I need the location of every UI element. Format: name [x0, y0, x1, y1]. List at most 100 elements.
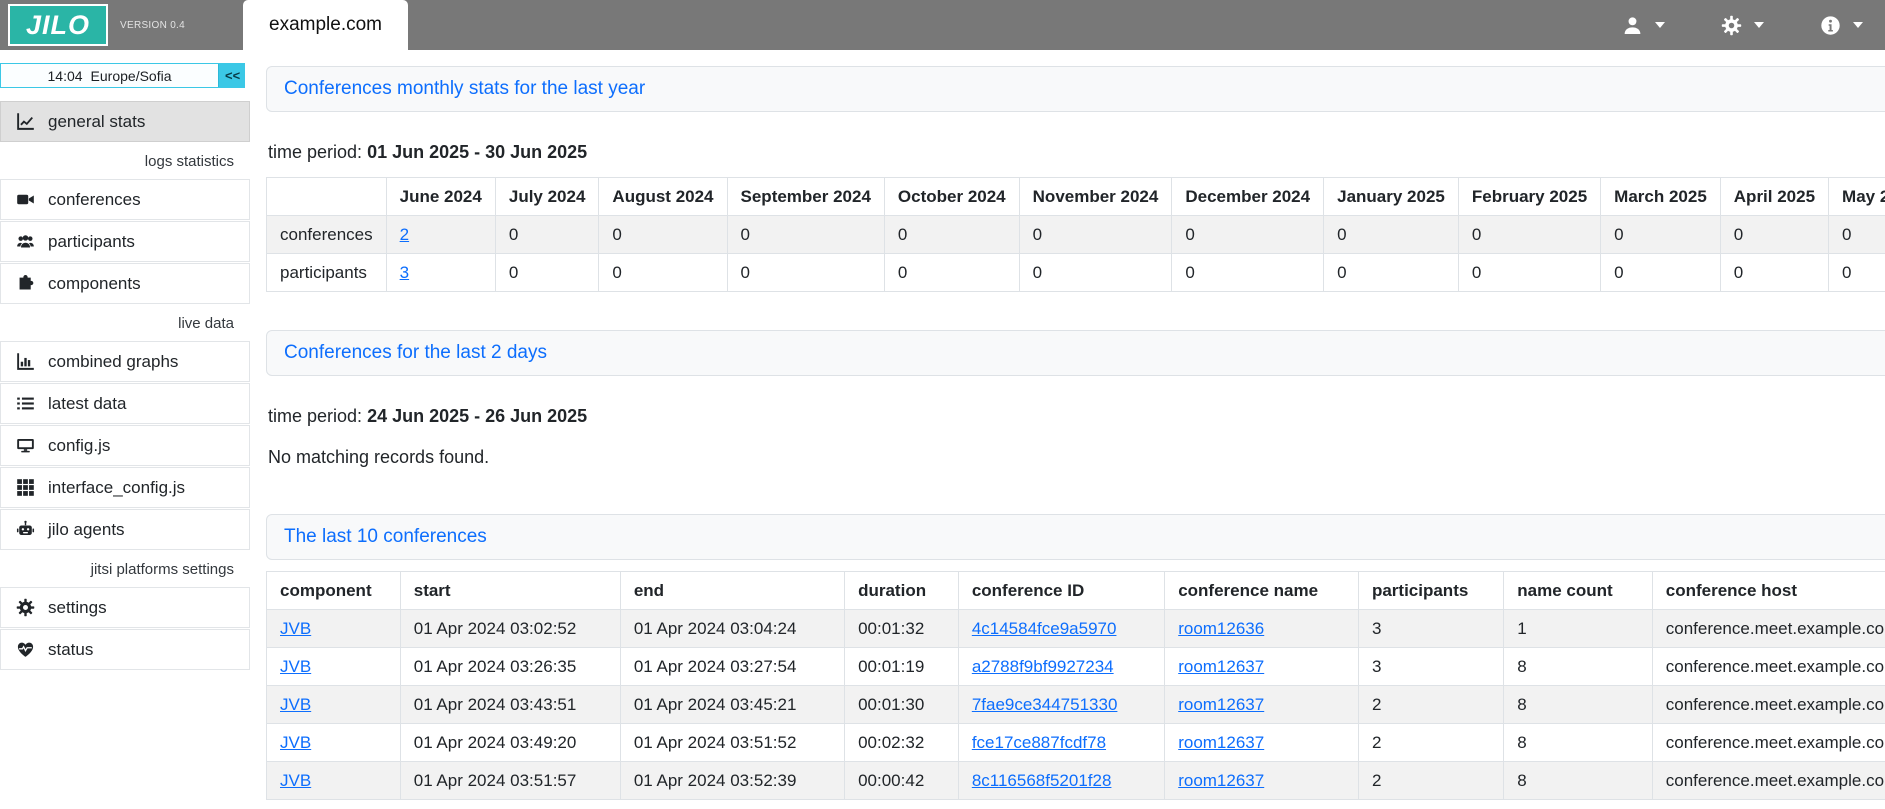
monthly-count-link[interactable]: 3: [400, 263, 409, 282]
tab-label: example.com: [269, 14, 382, 36]
conference-name-link[interactable]: room12637: [1178, 695, 1264, 714]
sidebar-item-participants[interactable]: participants: [0, 221, 250, 262]
monthly-value-cell: 0: [1019, 254, 1172, 292]
conference-cell: JVB: [267, 686, 401, 724]
conference-cell: JVB: [267, 724, 401, 762]
conference-cell: 8: [1504, 724, 1652, 762]
conference-cell: conference.meet.example.com: [1652, 610, 1885, 648]
monthly-value-cell: 0: [1019, 216, 1172, 254]
sidebar-item-label: status: [48, 640, 93, 660]
app-logo[interactable]: JILO: [8, 4, 108, 46]
time-period-label: time period:: [268, 142, 362, 162]
list-icon: [15, 394, 35, 414]
monthly-corner-header: [267, 178, 387, 216]
sidebar-collapse-button[interactable]: <<: [218, 64, 244, 87]
sidebar-section-label: live data: [0, 305, 250, 341]
conference-cell: 01 Apr 2024 03:26:35: [400, 648, 620, 686]
conference-name-link[interactable]: room12637: [1178, 733, 1264, 752]
month-column-header: May 2025: [1829, 178, 1885, 216]
component-link[interactable]: JVB: [280, 657, 311, 676]
conference-cell: 00:02:32: [845, 724, 959, 762]
conference-cell: room12636: [1165, 610, 1359, 648]
sidebar-item-status[interactable]: status: [0, 629, 250, 670]
monthly-value-cell: 0: [1720, 216, 1828, 254]
monthly-value-cell: 0: [1458, 216, 1600, 254]
settings-menu[interactable]: [1721, 15, 1764, 36]
monthly-count-link[interactable]: 2: [400, 225, 409, 244]
time-period-label: time period:: [268, 406, 362, 426]
column-header: conference ID: [958, 572, 1164, 610]
table-row: participants3000000000000: [267, 254, 1885, 292]
clock-timezone: Europe/Sofia: [91, 68, 172, 84]
conference-id-link[interactable]: 4c14584fce9a5970: [972, 619, 1117, 638]
user-icon: [1622, 15, 1643, 36]
sidebar-item-latest-data[interactable]: latest data: [0, 383, 250, 424]
app-logo-text: JILO: [26, 10, 90, 41]
monthly-value-cell: 0: [884, 216, 1019, 254]
conference-id-link[interactable]: 7fae9ce344751330: [972, 695, 1118, 714]
conference-cell: 01 Apr 2024 03:51:57: [400, 762, 620, 800]
info-menu[interactable]: [1820, 15, 1863, 36]
component-link[interactable]: JVB: [280, 733, 311, 752]
conference-name-link[interactable]: room12637: [1178, 771, 1264, 790]
month-column-header: February 2025: [1458, 178, 1600, 216]
monthly-value-cell: 0: [1172, 254, 1324, 292]
conference-cell: 01 Apr 2024 03:02:52: [400, 610, 620, 648]
table-row: JVB01 Apr 2024 03:51:5701 Apr 2024 03:52…: [267, 762, 1885, 800]
last10-conferences-table: componentstartenddurationconference IDco…: [266, 571, 1885, 800]
card-last2days-header: Conferences for the last 2 days: [266, 330, 1885, 376]
row-label: conferences: [267, 216, 387, 254]
sidebar-item-jilo-agents[interactable]: jilo agents: [0, 509, 250, 550]
sidebar-item-config-js[interactable]: config.js: [0, 425, 250, 466]
table-row: JVB01 Apr 2024 03:43:5101 Apr 2024 03:45…: [267, 686, 1885, 724]
monthly-stats-table: June 2024July 2024August 2024September 2…: [266, 177, 1885, 292]
conference-cell: 8: [1504, 762, 1652, 800]
conference-cell: 8: [1504, 648, 1652, 686]
sidebar-item-conferences[interactable]: conferences: [0, 179, 250, 220]
sidebar-item-combined-graphs[interactable]: combined graphs: [0, 341, 250, 382]
tab-example-com[interactable]: example.com: [243, 0, 408, 50]
conference-name-link[interactable]: room12636: [1178, 619, 1264, 638]
sidebar-item-settings[interactable]: settings: [0, 587, 250, 628]
grid-icon: [15, 478, 35, 498]
sidebar-item-interface-config-js[interactable]: interface_config.js: [0, 467, 250, 508]
card-monthly-stats-title: Conferences monthly stats for the last y…: [284, 78, 645, 99]
conference-cell: 01 Apr 2024 03:04:24: [620, 610, 844, 648]
conference-id-link[interactable]: a2788f9bf9927234: [972, 657, 1114, 676]
monthly-value-cell: 0: [1172, 216, 1324, 254]
component-link[interactable]: JVB: [280, 695, 311, 714]
row-label: participants: [267, 254, 387, 292]
sidebar-section-label: jitsi platforms settings: [0, 551, 250, 587]
column-header: conference name: [1165, 572, 1359, 610]
conference-cell: 3: [1358, 610, 1503, 648]
conference-cell: room12637: [1165, 648, 1359, 686]
month-column-header: August 2024: [599, 178, 727, 216]
sidebar-item-components[interactable]: components: [0, 263, 250, 304]
conference-cell: 01 Apr 2024 03:45:21: [620, 686, 844, 724]
month-column-header: November 2024: [1019, 178, 1172, 216]
conference-cell: conference.meet.example.com: [1652, 724, 1885, 762]
sidebar-item-general-stats[interactable]: general stats: [0, 101, 250, 142]
topbar: JILO VERSION 0.4 example.com: [0, 0, 1885, 50]
monthly-value-cell: 0: [884, 254, 1019, 292]
monthly-value-cell: 0: [599, 254, 727, 292]
user-menu[interactable]: [1622, 15, 1665, 36]
conference-cell: 2: [1358, 724, 1503, 762]
conference-name-link[interactable]: room12637: [1178, 657, 1264, 676]
table-row: JVB01 Apr 2024 03:49:2001 Apr 2024 03:51…: [267, 724, 1885, 762]
table-row: JVB 01 Apr 2024 03:02:5201 Apr 2024 03:04…: [267, 610, 1885, 648]
monthly-value-cell: 0: [495, 216, 599, 254]
monthly-value-cell: 2: [386, 216, 495, 254]
conference-id-link[interactable]: fce17ce887fcdf78: [972, 733, 1106, 752]
sidebar-item-label: general stats: [48, 112, 145, 132]
monthly-value-cell: 0: [1458, 254, 1600, 292]
sidebar-item-label: latest data: [48, 394, 126, 414]
card-last10-header: The last 10 conferences: [266, 514, 1885, 560]
component-link[interactable]: JVB: [280, 619, 311, 638]
component-link[interactable]: JVB: [280, 771, 311, 790]
monthly-value-cell: 0: [1829, 254, 1885, 292]
conference-cell: 00:01:30: [845, 686, 959, 724]
gear-icon: [15, 598, 35, 618]
users-icon: [15, 232, 35, 252]
conference-id-link[interactable]: 8c116568f5201f28: [972, 771, 1112, 790]
